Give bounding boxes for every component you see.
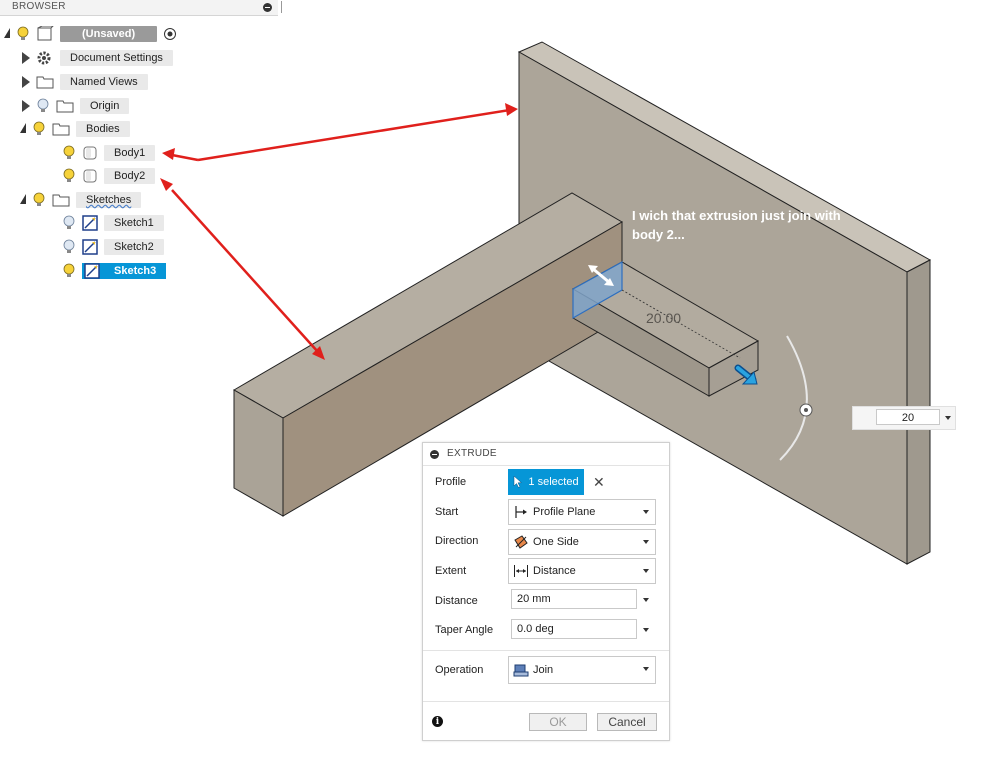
- lightbulb-icon[interactable]: [32, 192, 46, 208]
- profile-label: Profile: [435, 476, 467, 488]
- distance-input[interactable]: 20 mm: [511, 589, 637, 609]
- cursor-arrow-icon: [514, 476, 523, 488]
- join-icon: [513, 664, 529, 677]
- browser-item-bodies[interactable]: Bodies: [20, 119, 130, 139]
- distance-manipulator-box: 20: [852, 406, 956, 430]
- operation-value: Join: [533, 664, 554, 676]
- expand-triangle-icon[interactable]: [22, 52, 30, 64]
- browser-item-sketches[interactable]: Sketches: [20, 190, 142, 210]
- direction-dropdown[interactable]: One Side: [508, 529, 656, 555]
- gear-icon: [37, 51, 51, 65]
- browser-header: BROWSER: [0, 0, 282, 16]
- folder-icon: [52, 123, 70, 136]
- browser-item-body2[interactable]: Body2: [62, 166, 156, 186]
- start-dropdown[interactable]: Profile Plane: [508, 499, 656, 525]
- expand-triangle-icon[interactable]: [22, 76, 30, 88]
- taper-angle-label: Taper Angle: [435, 624, 494, 636]
- ok-button[interactable]: OK: [529, 713, 587, 731]
- root-label[interactable]: (Unsaved): [60, 26, 158, 42]
- chevron-down-icon: [643, 510, 649, 514]
- lightbulb-off-icon[interactable]: [62, 239, 76, 255]
- chevron-down-icon: [643, 569, 649, 573]
- profile-select-value: 1 selected: [528, 476, 579, 488]
- bodies-label: Bodies: [76, 121, 130, 137]
- browser-item-sketch3[interactable]: Sketch3: [62, 261, 167, 281]
- distance-manipulator-input[interactable]: 20: [876, 409, 940, 425]
- named-views-label: Named Views: [60, 74, 148, 90]
- sketch-icon: [82, 215, 98, 231]
- distance-icon: [514, 565, 528, 577]
- folder-icon: [56, 100, 74, 113]
- sketch2-label: Sketch2: [104, 239, 164, 255]
- lightbulb-off-icon[interactable]: [36, 98, 50, 114]
- lightbulb-icon[interactable]: [16, 26, 30, 42]
- taper-angle-input[interactable]: 0.0 deg: [511, 619, 637, 639]
- operation-label: Operation: [435, 664, 484, 676]
- activate-radio-icon[interactable]: [163, 27, 177, 41]
- browser-item-named-views[interactable]: Named Views: [22, 72, 148, 92]
- lightbulb-icon[interactable]: [32, 121, 46, 137]
- body1-label: Body1: [104, 145, 156, 161]
- cancel-button[interactable]: Cancel: [597, 713, 657, 731]
- chevron-down-icon: [643, 540, 649, 544]
- direction-value: One Side: [533, 536, 579, 548]
- browser-root[interactable]: (Unsaved): [4, 24, 177, 44]
- expand-triangle-icon[interactable]: [20, 123, 26, 133]
- component-icon: [37, 26, 54, 41]
- origin-label: Origin: [80, 98, 130, 114]
- clear-selection-icon[interactable]: ✕: [593, 474, 605, 491]
- annotation-note: I wich that extrusion just join with bod…: [632, 208, 841, 242]
- taper-caret-icon[interactable]: [643, 628, 649, 632]
- start-value: Profile Plane: [533, 506, 596, 518]
- sketch3-label: Sketch3: [104, 263, 167, 279]
- browser-item-origin[interactable]: Origin: [22, 96, 130, 116]
- extrude-dialog: EXTRUDE Profile 1 selected ✕ Start Profi…: [422, 442, 670, 741]
- browser-collapse-icon[interactable]: [263, 3, 272, 12]
- body-icon: [83, 169, 97, 183]
- sketch-icon: [82, 239, 98, 255]
- extent-label: Extent: [435, 565, 467, 577]
- body-icon: [83, 146, 97, 160]
- info-icon[interactable]: i: [432, 716, 443, 727]
- browser-item-sketch1[interactable]: Sketch1: [62, 213, 164, 233]
- document-settings-label: Document Settings: [60, 50, 173, 66]
- expand-triangle-icon[interactable]: [22, 100, 30, 112]
- sketches-label: Sketches: [76, 192, 142, 208]
- profile-select-button[interactable]: 1 selected: [508, 469, 584, 495]
- sketch1-label: Sketch1: [104, 215, 164, 231]
- distance-caret-icon[interactable]: [643, 598, 649, 602]
- lightbulb-icon[interactable]: [62, 263, 76, 279]
- expand-triangle-icon[interactable]: [20, 194, 26, 204]
- extrude-dialog-header[interactable]: EXTRUDE: [423, 443, 669, 466]
- browser-item-body1[interactable]: Body1: [62, 143, 156, 163]
- extent-dropdown[interactable]: Distance: [508, 558, 656, 584]
- collapse-icon[interactable]: [430, 450, 439, 459]
- browser-item-document-settings[interactable]: Document Settings: [22, 48, 173, 68]
- dimension-label: 20.00: [646, 310, 682, 326]
- lightbulb-icon[interactable]: [62, 145, 76, 161]
- direction-label: Direction: [435, 535, 479, 547]
- chevron-down-icon: [643, 667, 649, 671]
- lightbulb-off-icon[interactable]: [62, 215, 76, 231]
- distance-label: Distance: [435, 595, 478, 607]
- browser-title: BROWSER: [12, 1, 66, 12]
- extent-value: Distance: [533, 565, 576, 577]
- one-side-icon: [514, 535, 528, 549]
- start-label: Start: [435, 506, 459, 518]
- lightbulb-icon[interactable]: [62, 168, 76, 184]
- browser-item-sketch2[interactable]: Sketch2: [62, 237, 164, 257]
- expand-triangle-icon[interactable]: [4, 28, 10, 38]
- folder-icon: [36, 76, 54, 89]
- extrude-title: EXTRUDE: [447, 448, 497, 459]
- sketch-icon: [84, 263, 100, 279]
- body2-label: Body2: [104, 168, 156, 184]
- distance-manipulator-caret[interactable]: [945, 416, 951, 420]
- folder-icon: [52, 194, 70, 207]
- profile-plane-icon: [515, 506, 527, 518]
- operation-dropdown[interactable]: Join: [508, 656, 656, 684]
